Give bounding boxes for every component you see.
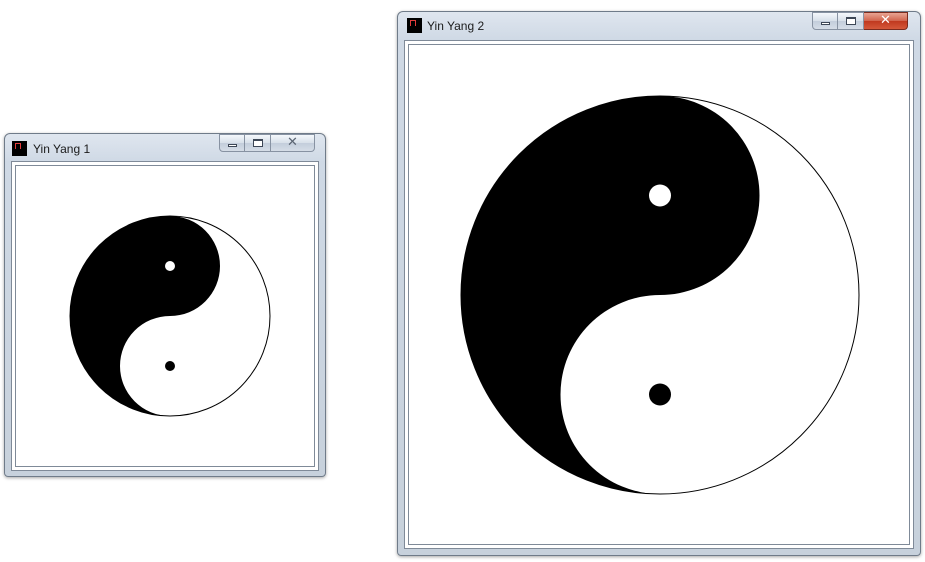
maximize-icon (846, 17, 856, 25)
close-icon: ✕ (287, 135, 298, 150)
client-area (404, 40, 914, 549)
title-bar[interactable]: Yin Yang 2 ✕ (398, 12, 920, 38)
maximize-button[interactable] (838, 12, 864, 30)
yin-yang-symbol (460, 95, 860, 495)
close-icon: ✕ (880, 13, 891, 28)
yin-dot-light (165, 261, 175, 271)
minimize-button[interactable] (219, 134, 245, 152)
window-title: Yin Yang 2 (427, 19, 485, 33)
window-yin-yang-2[interactable]: Yin Yang 2 ✕ (397, 11, 921, 556)
yin-yang-symbol (69, 215, 271, 417)
client-area (11, 161, 319, 471)
maximize-icon (253, 139, 263, 147)
canvas-frame (408, 44, 910, 545)
window-title: Yin Yang 1 (33, 142, 91, 156)
yang-dot-dark (165, 361, 175, 371)
minimize-icon (821, 22, 830, 25)
minimize-icon (228, 144, 237, 147)
yin-dot-light (649, 184, 671, 207)
minimize-button[interactable] (812, 12, 838, 30)
yang-dot-dark (649, 383, 671, 406)
app-icon[interactable] (12, 141, 27, 156)
close-button[interactable]: ✕ (271, 134, 315, 152)
close-button[interactable]: ✕ (864, 12, 908, 30)
canvas-frame (15, 165, 315, 467)
window-yin-yang-1[interactable]: Yin Yang 1 ✕ (4, 133, 326, 477)
app-icon[interactable] (407, 18, 422, 33)
maximize-button[interactable] (245, 134, 271, 152)
title-bar[interactable]: Yin Yang 1 ✕ (5, 134, 325, 160)
